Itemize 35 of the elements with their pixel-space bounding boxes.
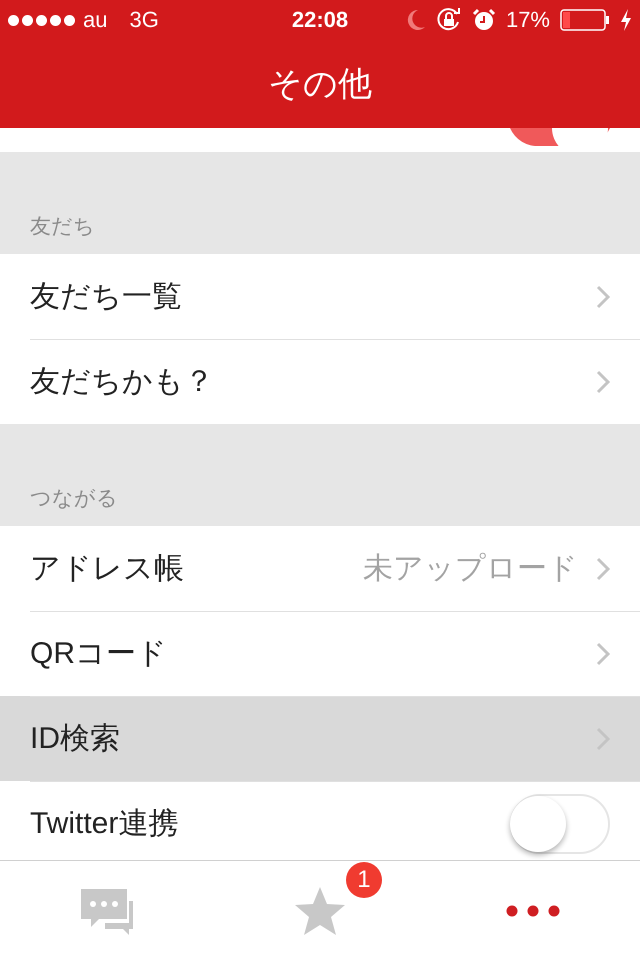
- list-row[interactable]: QRコード: [0, 611, 640, 696]
- chevron-icon: [596, 370, 610, 394]
- row-label: Twitter連携: [30, 806, 180, 842]
- rotation-lock-icon: [436, 7, 462, 33]
- list-row[interactable]: ID検索: [0, 696, 640, 781]
- toggle-switch[interactable]: [510, 128, 610, 146]
- chat-icon[interactable]: [78, 887, 135, 935]
- nav-title: その他: [268, 64, 372, 105]
- list-row[interactable]: アドレス帳 未アップロード: [0, 526, 640, 611]
- list-row[interactable]: 友だち一覧: [0, 254, 640, 339]
- section-header: つながる: [30, 486, 118, 512]
- star-icon[interactable]: [294, 886, 346, 936]
- chevron-icon: [596, 284, 610, 308]
- signal-icon: [8, 14, 75, 26]
- row-label: アドレス帳: [30, 551, 185, 587]
- row-label: 友だちかも？: [30, 364, 215, 400]
- row-detail: 未アップロード: [363, 551, 578, 587]
- carrier-name: au: [83, 7, 108, 33]
- more-icon[interactable]: [506, 905, 560, 917]
- chevron-icon: [596, 642, 610, 666]
- clock-time: 22:08: [292, 7, 348, 33]
- row-label: 友だち一覧: [30, 279, 183, 315]
- alarm-icon: [472, 8, 496, 32]
- chevron-icon: [596, 556, 610, 580]
- section-header: 友だち: [30, 214, 95, 240]
- moon-icon: [406, 9, 426, 31]
- charging-icon: [620, 9, 632, 31]
- list-row[interactable]: 友だちかも？: [0, 339, 640, 424]
- battery-percent: 17%: [506, 7, 550, 33]
- row-label: ID検索: [30, 721, 121, 757]
- row-label: QRコード: [30, 636, 168, 672]
- toggle-switch[interactable]: [510, 794, 610, 854]
- network-type: 3G: [129, 7, 159, 33]
- battery-icon: [560, 9, 610, 31]
- notification-badge: 1: [346, 862, 382, 898]
